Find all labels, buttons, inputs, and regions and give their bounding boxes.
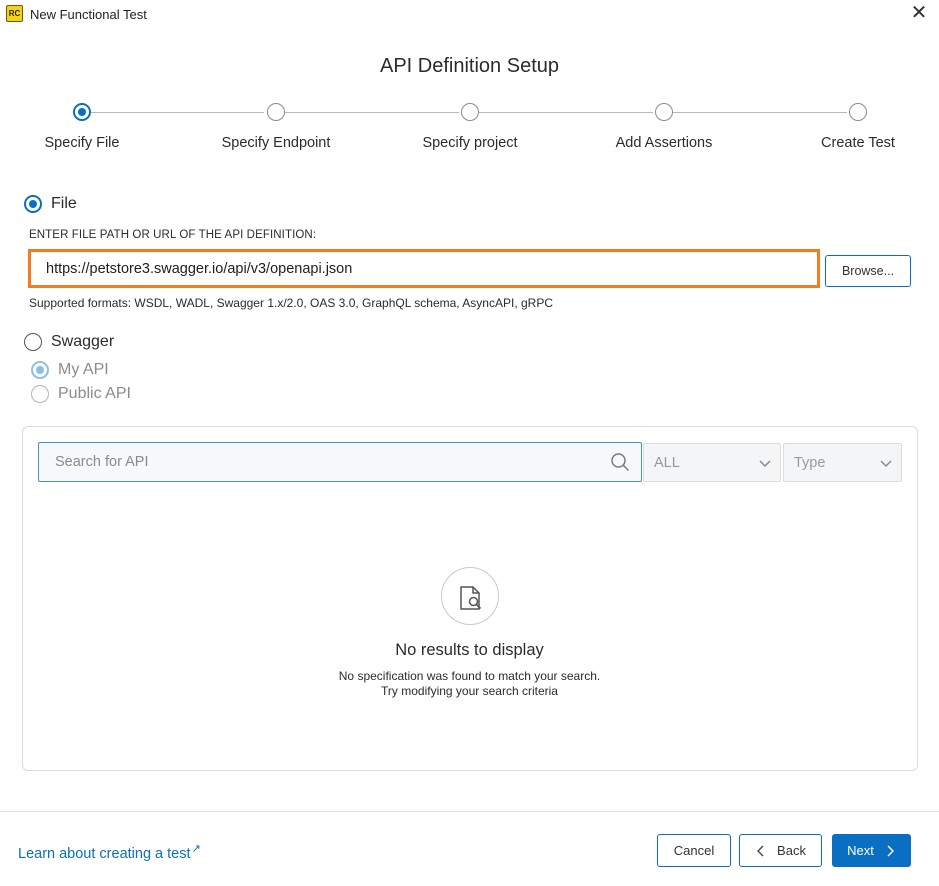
swagger-radio[interactable]: [24, 333, 42, 351]
cancel-button[interactable]: Cancel: [657, 834, 731, 867]
step-connector: [285, 112, 459, 113]
type-select-value: Type: [794, 454, 826, 471]
next-button-label: Next: [847, 843, 874, 858]
empty-state-badge: [441, 567, 499, 625]
file-path-input[interactable]: https://petstore3.swagger.io/api/v3/open…: [28, 249, 820, 288]
file-path-value: https://petstore3.swagger.io/api/v3/open…: [46, 260, 353, 277]
chevron-down-icon: [880, 460, 892, 468]
swagger-radio-label[interactable]: Swagger: [51, 333, 114, 351]
search-api-placeholder: Search for API: [55, 454, 149, 470]
search-icon[interactable]: [610, 452, 630, 472]
window-title: New Functional Test: [30, 7, 147, 22]
scope-select-value: ALL: [654, 454, 680, 471]
file-radio[interactable]: [24, 195, 42, 213]
back-button-label: Back: [777, 843, 806, 858]
empty-state-line-1: No specification was found to match your…: [338, 669, 601, 683]
chevron-right-icon: [887, 845, 894, 856]
scope-select[interactable]: ALL: [643, 443, 781, 482]
footer-divider: [0, 811, 939, 812]
step-connector: [673, 112, 847, 113]
step-connector: [91, 112, 264, 113]
type-select[interactable]: Type: [783, 443, 902, 482]
step-indicator-add-assertions: [655, 103, 673, 121]
learn-link-text: Learn about creating a test: [18, 845, 191, 862]
external-link-icon: ↗: [191, 843, 201, 855]
my-api-radio[interactable]: [31, 361, 49, 379]
step-indicator-create-test: [849, 103, 867, 121]
app-logo-icon: RC: [6, 5, 23, 22]
chevron-down-icon: [759, 460, 771, 468]
empty-state-line-2: Try modifying your search criteria: [381, 684, 558, 698]
step-label-specify-file: Specify File: [44, 135, 120, 151]
public-api-radio-label[interactable]: Public API: [58, 385, 131, 403]
title-bar: RC New Functional Test ✕: [0, 0, 939, 28]
browse-button[interactable]: Browse...: [825, 255, 911, 287]
step-label-create-test: Create Test: [821, 135, 895, 151]
file-radio-label[interactable]: File: [51, 195, 77, 213]
step-label-specify-project: Specify project: [422, 135, 518, 151]
supported-formats-text: Supported formats: WSDL, WADL, Swagger 1…: [29, 296, 553, 310]
file-path-caption: ENTER FILE PATH OR URL OF THE API DEFINI…: [29, 229, 317, 241]
step-indicator-specify-project: [461, 103, 479, 121]
step-label-specify-endpoint: Specify Endpoint: [221, 135, 331, 151]
step-indicator-specify-file: [73, 103, 91, 121]
page-title: API Definition Setup: [380, 55, 559, 77]
chevron-left-icon: [757, 845, 764, 856]
close-icon[interactable]: ✕: [909, 3, 929, 23]
next-button[interactable]: Next: [832, 834, 911, 867]
back-button[interactable]: Back: [739, 834, 822, 867]
step-indicator-specify-endpoint: [267, 103, 285, 121]
learn-about-creating-test-link[interactable]: Learn about creating a test↗: [18, 842, 201, 862]
document-search-icon: [460, 586, 482, 610]
empty-state-title: No results to display: [395, 641, 544, 659]
step-connector: [479, 112, 653, 113]
public-api-radio[interactable]: [31, 385, 49, 403]
empty-state-message: No specification was found to match your…: [0, 669, 939, 699]
my-api-radio-label[interactable]: My API: [58, 361, 109, 379]
search-api-input[interactable]: Search for API: [38, 442, 642, 482]
step-label-add-assertions: Add Assertions: [615, 135, 713, 151]
